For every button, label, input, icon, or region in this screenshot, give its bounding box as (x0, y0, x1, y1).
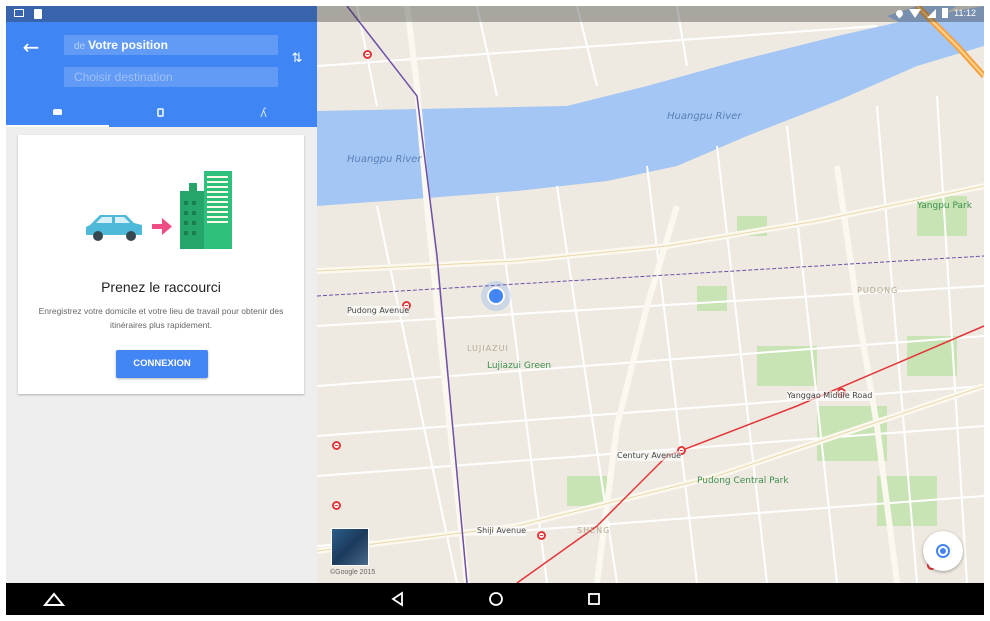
car-to-building-illustration (86, 171, 232, 249)
map-view[interactable]: Huangpu River Huangpu River LUJIAZUI PUD… (317, 6, 984, 583)
nav-home-button[interactable] (484, 583, 508, 615)
map-credit: ©Google 2015 (330, 569, 376, 576)
chevron-up-icon (42, 592, 66, 606)
back-triangle-icon (391, 591, 403, 607)
file-notification-icon (34, 9, 42, 19)
promo-description: Enregistrez votre domicile et votre lieu… (38, 306, 284, 330)
transit-icon (157, 108, 164, 117)
status-time: 11:12 (954, 8, 976, 18)
tab-walking[interactable]: ʎ (212, 98, 315, 127)
recents-square-icon (588, 593, 600, 605)
back-arrow-icon[interactable]: ← (18, 34, 44, 60)
signal-icon (927, 8, 937, 18)
tab-driving[interactable] (6, 98, 109, 127)
origin-input[interactable]: de Votre position (64, 35, 278, 55)
promo-title: Prenez le raccourci (101, 279, 221, 295)
metro-label-4: Shiji Avenue (477, 526, 527, 536)
metro-station-icon[interactable] (332, 501, 341, 510)
district-label-2: PUDONG (857, 286, 899, 295)
park-label-2: Pudong Central Park (697, 476, 789, 486)
water-label-1: Huangpu River (667, 111, 742, 122)
car-illustration-icon (86, 215, 142, 241)
satellite-layer-button[interactable] (331, 528, 369, 566)
arrow-right-icon (152, 218, 172, 235)
location-status-icon (894, 8, 905, 18)
water-label-2: Huangpu River (347, 154, 422, 165)
metro-station-icon[interactable] (363, 50, 372, 59)
metro-station-icon[interactable] (332, 441, 341, 450)
metro-station-icon[interactable] (537, 531, 546, 540)
building-icon (180, 171, 232, 249)
nav-back-button[interactable] (386, 583, 410, 615)
district-label-3: SHENG (577, 526, 611, 535)
home-circle-icon (489, 592, 503, 606)
my-location-button[interactable] (923, 531, 963, 571)
park-label-1: Yangpu Park (917, 201, 972, 211)
origin-value: Votre position (88, 38, 168, 52)
park-label-3: Lujiazui Green (487, 361, 552, 371)
shortcut-promo-card: Prenez le raccourci Enregistrez votre do… (18, 135, 304, 394)
nav-recents-button[interactable] (582, 583, 606, 615)
navigation-bar (6, 583, 984, 615)
swap-route-icon[interactable]: ⇅ (289, 50, 305, 68)
wifi-icon (909, 8, 922, 18)
tab-transit[interactable] (109, 98, 212, 127)
status-bar: 11:12 (6, 6, 984, 22)
directions-header: ← de Votre position Choisir destination ⇅… (6, 6, 317, 127)
walk-icon: ʎ (259, 105, 268, 120)
connect-button[interactable]: CONNEXION (116, 350, 208, 378)
screenshot-notification-icon (14, 9, 24, 17)
metro-label-2: Yanggao Middle Road (787, 391, 873, 401)
android-screen: Huangpu River Huangpu River LUJIAZUI PUD… (6, 6, 984, 615)
metro-label-3: Century Avenue (617, 451, 682, 461)
car-icon (53, 108, 62, 115)
metro-line-purple (346, 6, 468, 583)
origin-prefix: de (74, 41, 86, 52)
battery-icon (942, 8, 949, 18)
metro-label-1: Pudong Avenue (347, 306, 410, 316)
district-label-1: LUJIAZUI (467, 344, 509, 353)
destination-input[interactable]: Choisir destination (64, 67, 278, 87)
current-location-dot (487, 287, 505, 305)
nav-up-button[interactable] (42, 583, 66, 615)
